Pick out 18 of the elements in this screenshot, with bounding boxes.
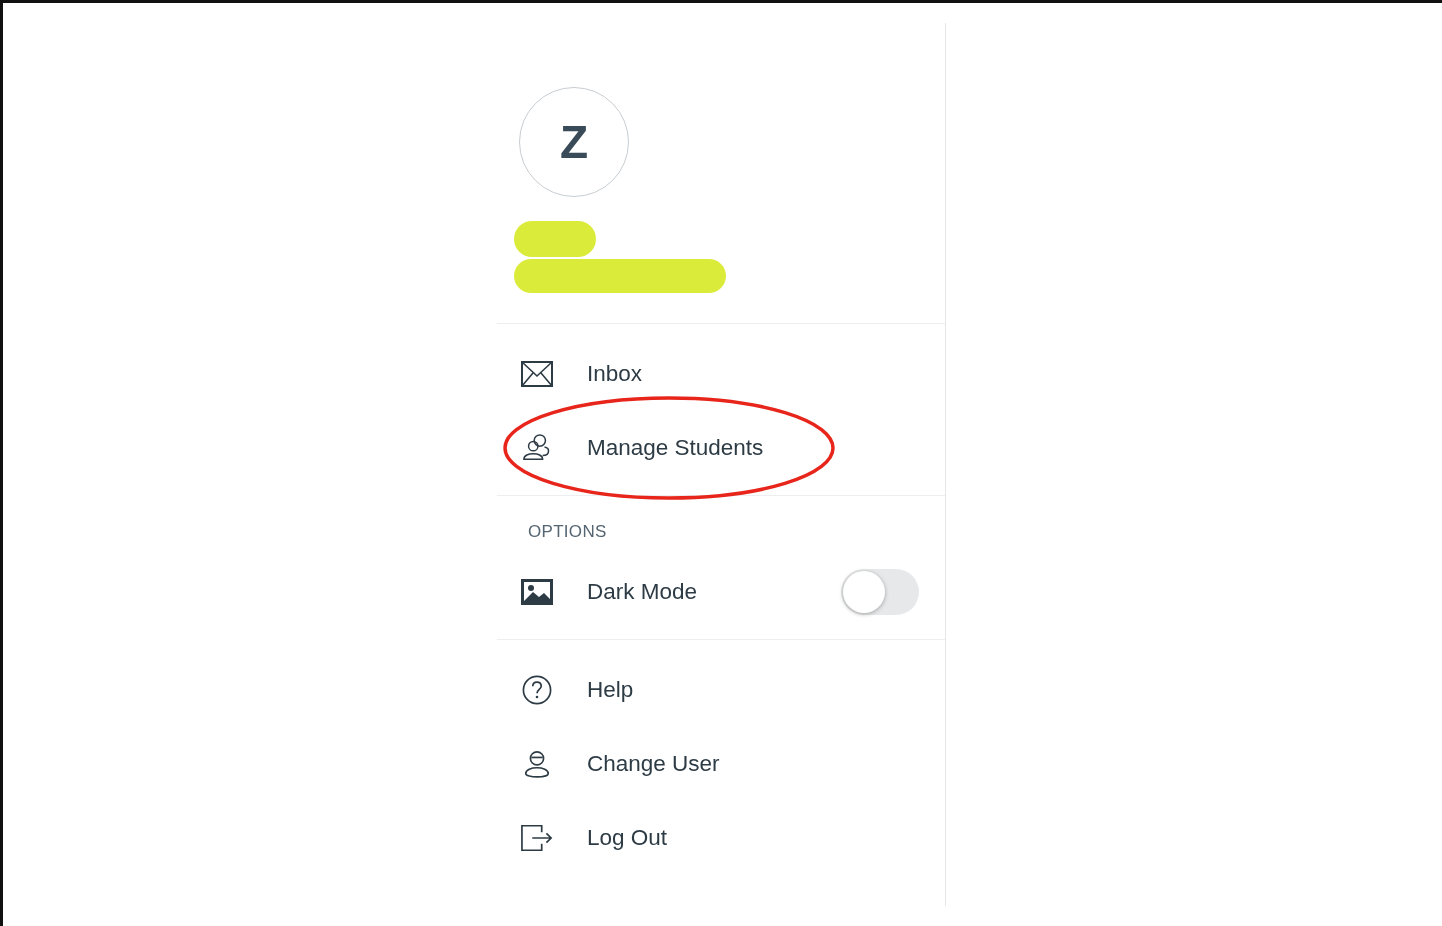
menu-label: Manage Students <box>587 435 764 461</box>
menu-item[interactable]: Manage Students <box>497 411 945 485</box>
menu-label: Dark Mode <box>587 579 698 605</box>
section-heading: OPTIONS <box>527 521 608 543</box>
menu-item[interactable]: Dark Mode <box>497 555 945 629</box>
menu-label: Help <box>587 677 634 703</box>
menu-item[interactable]: Change User <box>497 727 945 801</box>
toggle-switch[interactable] <box>841 569 919 615</box>
menu-item[interactable]: Log Out <box>497 801 945 875</box>
menu-item[interactable]: Inbox <box>497 337 945 411</box>
logout-icon <box>521 823 553 853</box>
mail-icon <box>521 359 553 389</box>
help-icon <box>521 675 553 705</box>
menu-label: Change User <box>587 751 720 777</box>
menu-label: Log Out <box>587 825 668 851</box>
menu-label: Inbox <box>587 361 643 387</box>
image-icon <box>521 577 553 607</box>
menu-item[interactable]: Help <box>497 653 945 727</box>
